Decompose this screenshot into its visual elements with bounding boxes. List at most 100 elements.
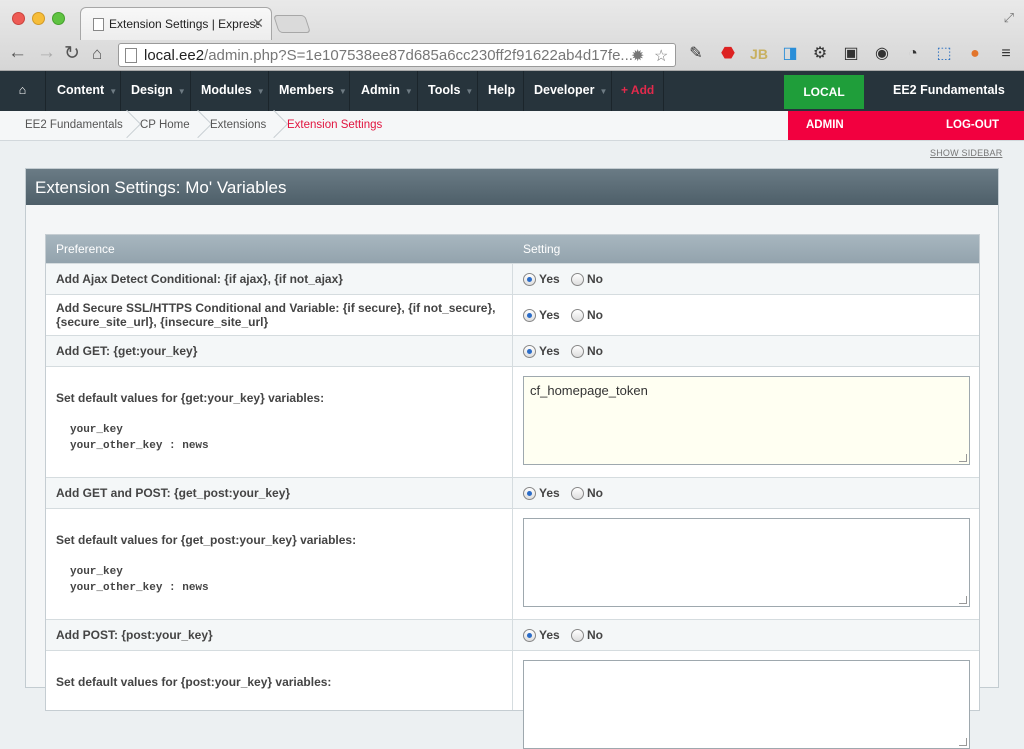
column-header-preference: Preference — [56, 242, 115, 256]
radio-unchecked-icon — [571, 628, 584, 642]
default-values-textarea[interactable]: cf_homepage_token — [523, 376, 970, 465]
environment-badge[interactable]: LOCAL — [784, 75, 864, 109]
breadcrumb-site[interactable]: EE2 Fundamentals — [25, 111, 123, 140]
nav-developer[interactable]: Developer ▼ — [524, 71, 612, 111]
home-icon[interactable]: ⌂ — [0, 71, 46, 111]
radio-unchecked-icon — [571, 344, 584, 358]
admin-bar: ADMIN LOG-OUT — [788, 111, 1024, 140]
breadcrumb-current: Extension Settings — [287, 119, 383, 131]
yes-radio[interactable]: Yes — [523, 486, 560, 500]
new-tab-button[interactable] — [273, 15, 311, 33]
no-radio[interactable]: No — [571, 628, 603, 642]
logout-link[interactable]: LOG-OUT — [946, 111, 999, 140]
preference-label: Set default values for {post:your_key} v… — [56, 675, 332, 689]
table-row: Set default values for {get_post:your_ke… — [46, 508, 979, 619]
radio-checked-icon — [523, 628, 536, 642]
yes-radio[interactable]: Yes — [523, 344, 560, 358]
breadcrumb-separator — [126, 111, 136, 140]
breadcrumb-separator — [273, 111, 283, 140]
no-radio[interactable]: No — [571, 308, 603, 322]
no-radio[interactable]: No — [571, 272, 603, 286]
url-text: local.ee2/admin.php?S=1e107538ee87d685a6… — [144, 47, 633, 64]
screenshot-icon[interactable]: ▣ — [841, 44, 861, 64]
gear-icon[interactable]: ✹ — [631, 46, 644, 66]
nav-content[interactable]: Content ▼ — [46, 71, 121, 111]
preference-label: Set default values for {get_post:your_ke… — [56, 533, 357, 547]
zoom-window-button[interactable] — [52, 12, 65, 25]
radio-unchecked-icon — [571, 272, 584, 286]
browser-chrome: Extension Settings | ExpressionEngine ✕ … — [0, 0, 1024, 71]
column-header-setting: Setting — [523, 242, 561, 256]
radio-unchecked-icon — [571, 486, 584, 500]
radio-checked-icon — [523, 308, 536, 322]
no-radio[interactable]: No — [571, 486, 603, 500]
jb-icon[interactable]: JB — [749, 44, 769, 64]
clock-icon[interactable]: ◔ — [903, 44, 923, 64]
table-row: Set default values for {post:your_key} v… — [46, 650, 979, 749]
breadcrumb-extensions[interactable]: Extensions — [210, 111, 266, 140]
no-radio[interactable]: No — [571, 344, 603, 358]
reload-icon[interactable]: ↻ — [64, 42, 80, 65]
code-example: your_key your_other_key : news — [70, 566, 209, 594]
default-values-textarea[interactable] — [523, 518, 970, 607]
close-window-button[interactable] — [12, 12, 25, 25]
address-bar[interactable]: local.ee2/admin.php?S=1e107538ee87d685a6… — [118, 43, 676, 67]
yes-radio[interactable]: Yes — [523, 308, 560, 322]
page-icon — [125, 48, 137, 63]
back-arrow-icon[interactable]: ← — [8, 42, 27, 64]
preference-label: Add POST: {post:your_key} — [56, 628, 213, 642]
bookmark-star-icon[interactable]: ☆ — [654, 46, 668, 66]
add-button[interactable]: + Add — [612, 71, 664, 111]
nav-modules[interactable]: Modules ▼ — [191, 71, 269, 111]
forward-arrow-icon[interactable]: → — [37, 42, 56, 64]
main-navigation: ⌂ Content ▼ Design ▼ Modules ▼ Members ▼ Adm… — [0, 71, 1024, 111]
wrench-icon[interactable]: ✎ — [686, 44, 706, 64]
site-name-link[interactable]: EE2 Fundamentals — [893, 71, 1005, 110]
breadcrumb-separator — [197, 111, 207, 140]
fullscreen-icon[interactable]: ⤢ — [1004, 10, 1014, 26]
table-row: Add GET: {get:your_key} Yes No — [46, 335, 979, 366]
preference-label: Add Secure SSL/HTTPS Conditional and Var… — [56, 301, 496, 329]
home-icon[interactable]: ⌂ — [92, 44, 102, 64]
admin-link[interactable]: ADMIN — [806, 111, 844, 140]
content-panel: Extension Settings: Mo' Variables Prefer… — [25, 168, 999, 749]
minimize-window-button[interactable] — [32, 12, 45, 25]
table-header: Preference Setting — [46, 235, 979, 263]
firefox-icon[interactable]: ● — [965, 44, 985, 64]
radio-checked-icon — [523, 344, 536, 358]
breadcrumb-cp-home[interactable]: CP Home — [140, 111, 190, 140]
preference-label: Set default values for {get:your_key} va… — [56, 391, 325, 405]
table-row: Add Secure SSL/HTTPS Conditional and Var… — [46, 294, 979, 335]
breadcrumb: EE2 Fundamentals CP Home Extensions Exte… — [0, 111, 1024, 141]
settings-icon[interactable]: ⚙ — [810, 44, 830, 64]
default-values-textarea[interactable] — [523, 660, 970, 749]
radio-unchecked-icon — [571, 308, 584, 322]
page-title: Extension Settings: Mo' Variables — [26, 169, 998, 205]
yes-radio[interactable]: Yes — [523, 628, 560, 642]
preference-label: Add GET: {get:your_key} — [56, 344, 198, 358]
tab-title: Extension Settings | ExpressionEngine — [109, 17, 259, 31]
radio-checked-icon — [523, 272, 536, 286]
show-sidebar-link[interactable]: SHOW SIDEBAR — [930, 148, 1002, 158]
preference-label: Add GET and POST: {get_post:your_key} — [56, 486, 291, 500]
stop-icon[interactable]: ⬣ — [718, 44, 738, 64]
settings-table: Preference Setting Add Ajax Detect Condi… — [45, 234, 980, 749]
nav-help[interactable]: Help — [478, 71, 524, 111]
colorwheel-icon[interactable]: ◉ — [872, 44, 892, 64]
table-row: Add POST: {post:your_key} Yes No — [46, 619, 979, 650]
close-tab-icon[interactable]: ✕ — [252, 15, 264, 32]
nav-tools[interactable]: Tools ▼ — [418, 71, 478, 111]
menu-icon[interactable]: ≡ — [996, 44, 1016, 64]
table-row: Add Ajax Detect Conditional: {if ajax}, … — [46, 263, 979, 294]
browser-tab[interactable]: Extension Settings | ExpressionEngine ✕ — [80, 7, 272, 40]
folder-icon[interactable]: ◨ — [780, 44, 800, 64]
nav-design[interactable]: Design ▼ — [121, 71, 191, 111]
nav-admin[interactable]: Admin ▼ — [350, 71, 418, 111]
window-icon[interactable]: ⬚ — [934, 44, 954, 64]
nav-members[interactable]: Members ▼ — [269, 71, 350, 111]
table-row: Set default values for {get:your_key} va… — [46, 366, 979, 477]
code-example: your_key your_other_key : news — [70, 424, 209, 452]
yes-radio[interactable]: Yes — [523, 272, 560, 286]
page-icon — [93, 18, 104, 31]
preference-label: Add Ajax Detect Conditional: {if ajax}, … — [56, 272, 343, 286]
